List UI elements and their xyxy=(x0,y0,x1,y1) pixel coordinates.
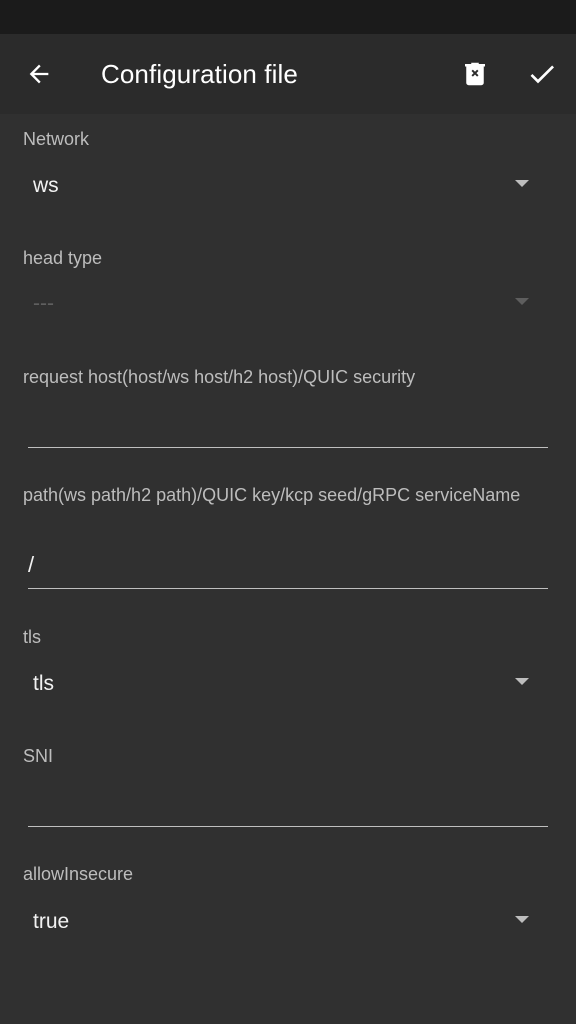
page-title: Configuration file xyxy=(101,59,298,89)
allow-insecure-spinner[interactable]: true xyxy=(23,898,543,946)
check-icon xyxy=(530,65,554,84)
network-spinner[interactable]: ws xyxy=(23,162,543,210)
delete-button[interactable] xyxy=(455,54,495,94)
sni-label: SNI xyxy=(23,746,54,766)
dropdown-arrow-icon xyxy=(515,678,529,685)
save-button[interactable] xyxy=(521,54,563,94)
request-host-label: request host(host/ws host/h2 host)/QUIC … xyxy=(23,367,416,387)
dropdown-arrow-icon xyxy=(515,916,529,923)
request-host-field[interactable] xyxy=(28,397,548,448)
path-label: path(ws path/h2 path)/QUIC key/kcp seed/… xyxy=(23,485,521,505)
path-field[interactable] xyxy=(28,538,548,589)
path-input[interactable] xyxy=(28,548,548,582)
config-form: Network ws head type --- request host(ho… xyxy=(0,114,576,1024)
dropdown-arrow-icon xyxy=(515,180,529,187)
request-host-input[interactable] xyxy=(28,407,548,441)
tls-spinner[interactable]: tls xyxy=(23,660,543,708)
network-value: ws xyxy=(33,174,59,197)
head-type-label: head type xyxy=(23,248,103,268)
status-bar xyxy=(0,0,576,34)
head-type-spinner: --- xyxy=(23,280,543,328)
back-button[interactable] xyxy=(18,53,60,95)
arrow-left-icon xyxy=(29,64,49,84)
app-bar: Configuration file xyxy=(0,34,576,114)
sni-field[interactable] xyxy=(28,776,548,827)
sni-input[interactable] xyxy=(28,786,548,820)
network-label: Network xyxy=(23,129,90,149)
tls-label: tls xyxy=(23,627,41,647)
head-type-value: --- xyxy=(33,292,54,315)
delete-icon xyxy=(465,62,485,86)
allow-insecure-value: true xyxy=(33,910,70,933)
allow-insecure-label: allowInsecure xyxy=(23,864,134,884)
dropdown-arrow-icon xyxy=(515,298,529,305)
tls-value: tls xyxy=(33,672,54,695)
